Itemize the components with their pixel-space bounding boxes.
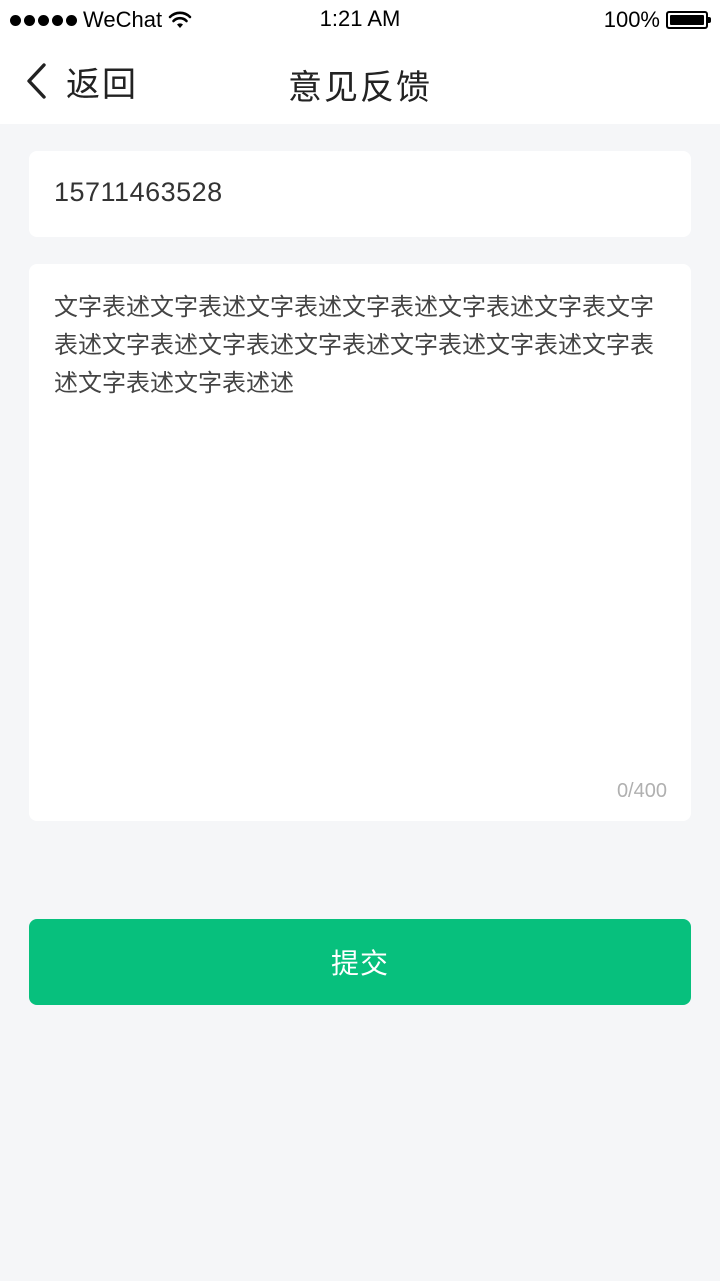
char-counter: 0/400 [616,780,667,802]
submit-label: 提交 [330,948,389,979]
status-right: 100% [603,6,711,34]
nav-bar: 返回 意见反馈 [0,40,720,124]
page-title: 意见反馈 [288,68,432,108]
feedback-textarea[interactable]: 文字表述文字表述文字表述文字表述文字表述文字表文字表述文字表述文字表述文字表述文… [29,264,691,821]
phone-field[interactable]: 15711463528 [29,151,691,237]
battery-icon [666,11,711,29]
submit-button[interactable]: 提交 [29,919,691,1005]
battery-fill [670,15,704,25]
phone-input-value: 15711463528 [54,177,223,207]
status-bar: WeChat 1:21 AM 100% [0,0,720,40]
feedback-text-value: 文字表述文字表述文字表述文字表述文字表述文字表文字表述文字表述文字表述文字表述文… [54,293,654,397]
battery-percent: 100% [603,7,660,32]
